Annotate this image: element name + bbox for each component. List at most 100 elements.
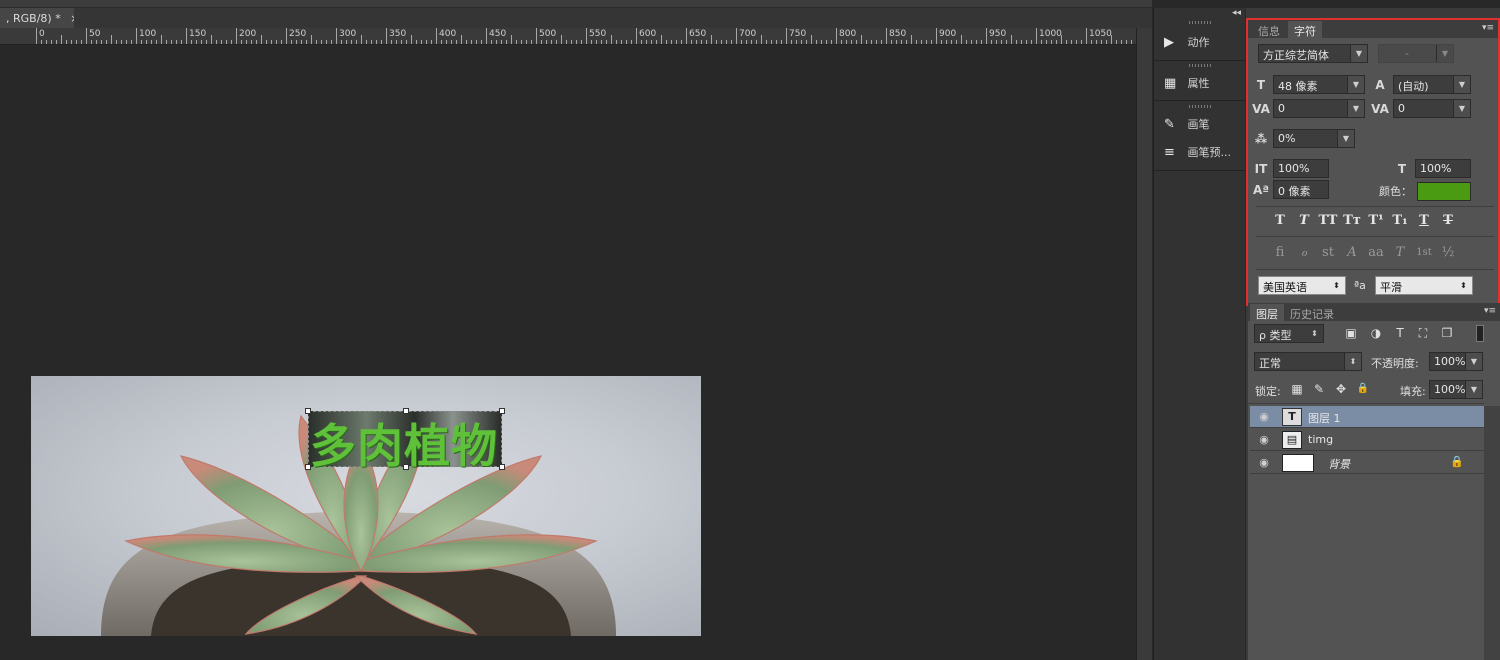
- tab-history[interactable]: 历史记录: [1284, 304, 1340, 321]
- language-select[interactable]: 美国英语 ⬍: [1258, 276, 1346, 295]
- dock-item-label: 属性: [1187, 77, 1210, 90]
- swash-button[interactable]: A: [1342, 244, 1362, 262]
- shape-filter-icon[interactable]: ⛶: [1414, 324, 1432, 342]
- dock-grip[interactable]: [1189, 105, 1211, 108]
- ruler-tick: [91, 40, 92, 44]
- tab-layers[interactable]: 图层: [1250, 304, 1284, 321]
- fill-field[interactable]: 100% ▼: [1429, 380, 1483, 399]
- collapse-dock-icon[interactable]: ◂◂: [1232, 8, 1241, 18]
- eye-icon[interactable]: ◉: [1256, 409, 1272, 425]
- layer-name[interactable]: timg: [1308, 433, 1333, 446]
- ruler-tick: [371, 40, 372, 44]
- ruler-tick: [791, 40, 792, 44]
- canvas-art-text[interactable]: 多肉植物: [310, 410, 502, 476]
- smart-object-filter-icon[interactable]: ❐: [1438, 324, 1456, 342]
- type-filter-icon[interactable]: T: [1391, 324, 1409, 342]
- panel-menu-icon[interactable]: ▾≡: [1484, 306, 1496, 316]
- layer-filter-value: ρ 类型: [1259, 329, 1292, 342]
- dock-item-actions[interactable]: ▶ 动作: [1164, 34, 1244, 56]
- dock-grip[interactable]: [1189, 21, 1211, 24]
- ruler-tick: [1091, 40, 1092, 44]
- faux-bold-button[interactable]: T: [1270, 212, 1290, 230]
- superscript-button[interactable]: T¹: [1366, 212, 1386, 230]
- tab-info[interactable]: 信息: [1252, 21, 1286, 38]
- kerning-select[interactable]: 0 ▼: [1273, 99, 1365, 118]
- layer-name[interactable]: 图层 1: [1308, 410, 1341, 426]
- vertical-scale-field[interactable]: 100%: [1273, 159, 1329, 178]
- discretionary-ligatures-button[interactable]: ℴ: [1294, 244, 1314, 262]
- small-caps-button[interactable]: Tт: [1342, 212, 1362, 230]
- ruler-tick: [36, 28, 37, 44]
- filter-toggle[interactable]: [1476, 325, 1484, 342]
- ruler-tick: [1036, 28, 1037, 44]
- layer-row-background[interactable]: ◉ 背景 🔒: [1250, 452, 1484, 474]
- lock-transparent-icon[interactable]: ▦: [1288, 380, 1306, 398]
- horizontal-scale-field[interactable]: 100%: [1415, 159, 1471, 178]
- lock-position-icon[interactable]: ✥: [1332, 380, 1350, 398]
- font-size-select[interactable]: 48 像素 ▼: [1273, 75, 1365, 94]
- divider: [1256, 269, 1494, 270]
- strikethrough-button[interactable]: T: [1438, 212, 1458, 230]
- ruler-tick: [741, 40, 742, 44]
- eye-icon[interactable]: ◉: [1256, 455, 1272, 471]
- panel-menu-icon[interactable]: ▾≡: [1482, 23, 1494, 33]
- layers-panel-tabs: 图层 历史记录 ▾≡: [1248, 303, 1500, 321]
- ruler-tick: [586, 28, 587, 44]
- ruler-tick: [721, 40, 722, 44]
- ruler-tick: [751, 40, 752, 44]
- ruler-tick: [86, 28, 87, 44]
- dock-item-properties[interactable]: ▦ 属性: [1164, 75, 1244, 97]
- tsume-select[interactable]: 0% ▼: [1273, 129, 1355, 148]
- antialias-select[interactable]: 平滑 ⬍: [1375, 276, 1473, 295]
- chevron-down-icon: ▼: [1453, 100, 1470, 117]
- ruler-tick: [966, 40, 967, 44]
- chevron-updown-icon: ⬍: [1306, 325, 1323, 342]
- dock-item-brush-presets[interactable]: ≡ 画笔预...: [1164, 144, 1244, 166]
- chevron-down-icon: ▼: [1465, 381, 1482, 398]
- layers-scrollbar[interactable]: [1484, 406, 1500, 660]
- eye-icon[interactable]: ◉: [1256, 432, 1272, 448]
- ornaments-button[interactable]: T: [1390, 244, 1410, 262]
- ruler-tick: [851, 40, 852, 44]
- fractions-button[interactable]: ½: [1438, 244, 1458, 262]
- baseline-shift-field[interactable]: 0 像素: [1273, 180, 1329, 199]
- fill-label: 填充:: [1400, 385, 1426, 398]
- chevron-down-icon: ▼: [1436, 45, 1453, 62]
- underline-button[interactable]: T: [1414, 212, 1434, 230]
- pixel-filter-icon[interactable]: ▣: [1342, 324, 1360, 342]
- blend-mode-select[interactable]: 正常 ⬍: [1254, 352, 1362, 371]
- stylistic-alternates-button[interactable]: st: [1318, 244, 1338, 262]
- titling-alternates-button[interactable]: aa: [1366, 244, 1386, 262]
- ruler-tick: [581, 40, 582, 44]
- vertical-ruler[interactable]: [1136, 28, 1152, 660]
- dock-grip[interactable]: [1189, 64, 1211, 67]
- dock-separator: [1154, 60, 1246, 61]
- dock-item-brush[interactable]: ✎ 画笔: [1164, 116, 1244, 138]
- text-color-swatch[interactable]: [1417, 182, 1471, 201]
- ruler-tick: [366, 40, 367, 44]
- adjustment-filter-icon[interactable]: ◑: [1367, 324, 1385, 342]
- ordinals-button[interactable]: 1st: [1414, 244, 1434, 262]
- lock-all-icon[interactable]: 🔒: [1354, 380, 1372, 398]
- tab-character[interactable]: 字符: [1288, 21, 1322, 38]
- lock-image-icon[interactable]: ✎: [1310, 380, 1328, 398]
- ruler-tick: [436, 28, 437, 44]
- leading-select[interactable]: (自动) ▼: [1393, 75, 1471, 94]
- layer-row-smart-object[interactable]: ◉ ▤ timg: [1250, 429, 1484, 451]
- ruler-tick: [81, 40, 82, 44]
- faux-italic-button[interactable]: T: [1294, 212, 1314, 230]
- layer-row-text[interactable]: ◉ T 图层 1: [1250, 406, 1484, 428]
- horizontal-ruler[interactable]: 0 50 100 150 200 250 300 350 400 450 500 550 600 650 7…: [0, 28, 1136, 45]
- layer-name[interactable]: 背景: [1328, 456, 1350, 472]
- font-family-select[interactable]: 方正综艺简体 ▼: [1258, 44, 1368, 63]
- tracking-select[interactable]: 0 ▼: [1393, 99, 1471, 118]
- document-tab[interactable]: , RGB/8) * ×: [0, 8, 79, 28]
- opacity-field[interactable]: 100% ▼: [1429, 352, 1483, 371]
- ruler-tick: [866, 40, 867, 44]
- all-caps-button[interactable]: TT: [1318, 212, 1338, 230]
- subscript-button[interactable]: T₁: [1390, 212, 1410, 230]
- layer-filter-select[interactable]: ρ 类型 ⬍: [1254, 324, 1324, 343]
- font-style-select[interactable]: - ▼: [1378, 44, 1454, 63]
- ruler-tick: [601, 40, 602, 44]
- ligatures-button[interactable]: ﬁ: [1270, 244, 1290, 262]
